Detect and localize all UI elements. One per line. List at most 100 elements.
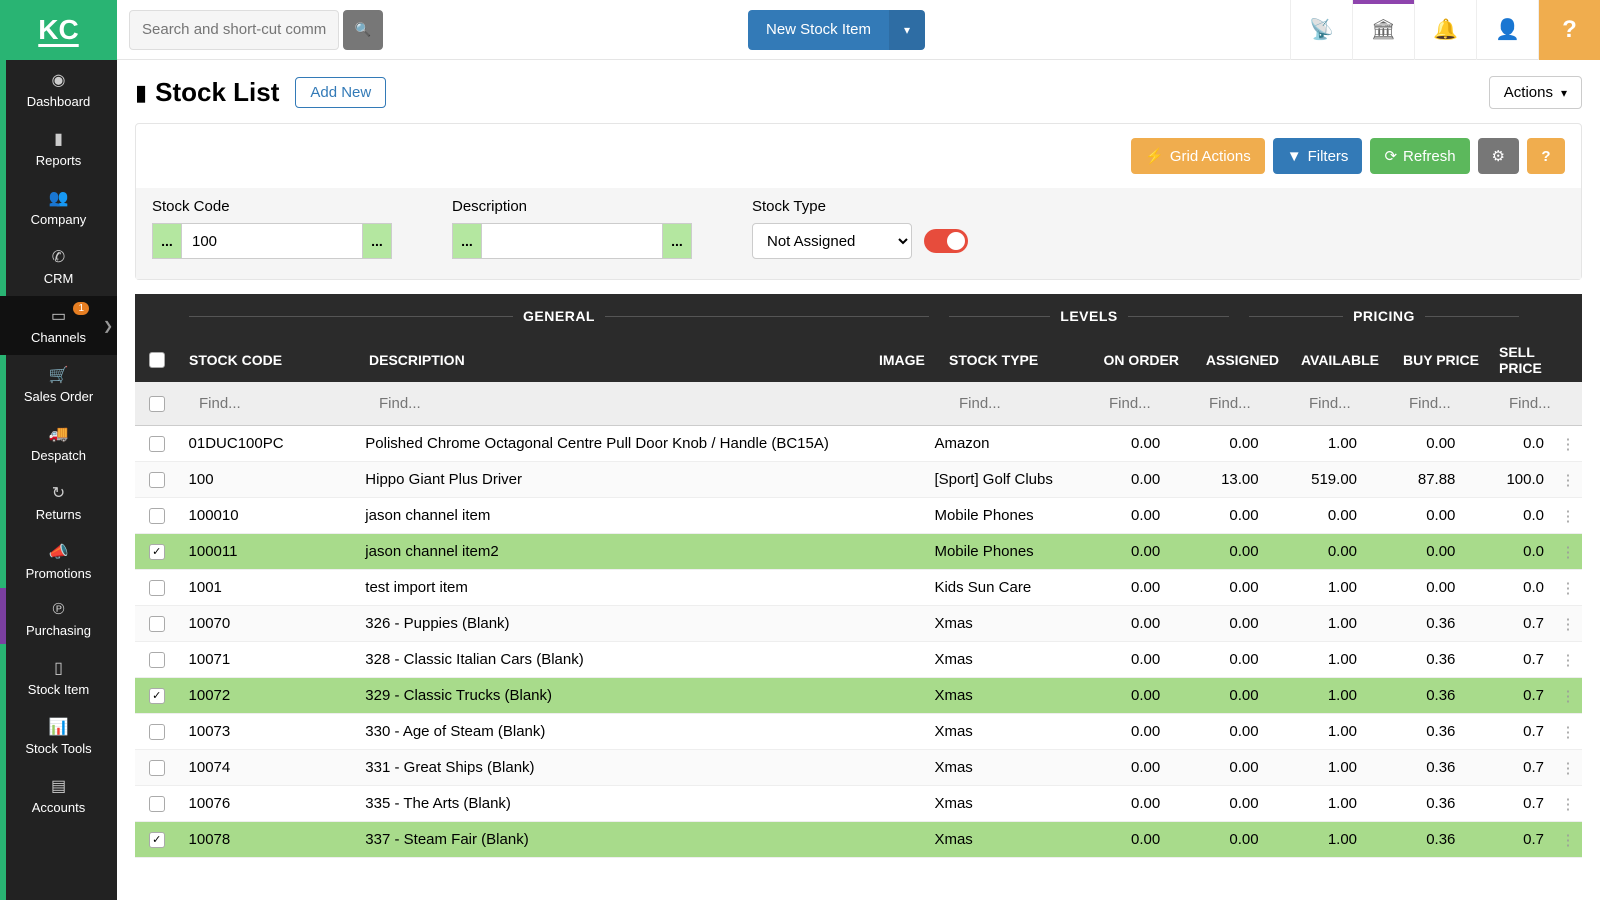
stock-type-select[interactable]: Not Assigned <box>752 223 912 259</box>
table-row[interactable]: 10072329 - Classic Trucks (Blank)Xmas0.0… <box>135 678 1582 714</box>
filters-button[interactable]: ▼Filters <box>1273 138 1363 174</box>
add-new-button[interactable]: Add New <box>295 77 386 108</box>
find-available[interactable] <box>1299 382 1379 425</box>
grid-actions-button[interactable]: ⚡Grid Actions <box>1131 138 1265 174</box>
sidebar-label: Promotions <box>26 566 92 581</box>
table-row[interactable]: 10070326 - Puppies (Blank)Xmas0.000.001.… <box>135 606 1582 642</box>
sidebar-item-crm[interactable]: ✆CRM <box>0 237 117 296</box>
sidebar-item-company[interactable]: 👥Company <box>0 178 117 237</box>
cell-available: 519.00 <box>1269 471 1367 488</box>
row-menu-icon[interactable]: ⋮ <box>1554 543 1582 561</box>
row-checkbox[interactable] <box>149 580 165 596</box>
table-row[interactable]: 10078337 - Steam Fair (Blank)Xmas0.000.0… <box>135 822 1582 858</box>
row-checkbox[interactable] <box>149 688 165 704</box>
row-menu-icon[interactable]: ⋮ <box>1554 507 1582 525</box>
sidebar-item-reports[interactable]: ▮Reports <box>0 119 117 178</box>
row-checkbox[interactable] <box>149 436 165 452</box>
group-levels: LEVELS <box>1060 308 1117 324</box>
row-checkbox[interactable] <box>149 544 165 560</box>
row-menu-icon[interactable]: ⋮ <box>1554 795 1582 813</box>
select-all-checkbox[interactable] <box>149 352 165 368</box>
bell-icon[interactable]: 🔔 <box>1414 0 1476 60</box>
filter-toggle[interactable] <box>924 229 968 253</box>
row-menu-icon[interactable]: ⋮ <box>1554 651 1582 669</box>
find-on-order[interactable] <box>1099 382 1179 425</box>
col-stock-code[interactable]: STOCK CODE <box>179 352 359 368</box>
sidebar-item-purchasing[interactable]: ℗Purchasing <box>0 591 117 648</box>
actions-button[interactable]: Actions <box>1489 76 1582 109</box>
scanner-icon[interactable]: 📡 <box>1290 0 1352 60</box>
table-row[interactable]: 100Hippo Giant Plus Driver[Sport] Golf C… <box>135 462 1582 498</box>
row-checkbox[interactable] <box>149 472 165 488</box>
row-menu-icon[interactable]: ⋮ <box>1554 759 1582 777</box>
row-checkbox[interactable] <box>149 724 165 740</box>
stock-code-prefix-button[interactable]: ... <box>152 223 182 259</box>
search-icon: 🔍 <box>355 22 372 38</box>
table-row[interactable]: 10071328 - Classic Italian Cars (Blank)X… <box>135 642 1582 678</box>
top-help-button[interactable]: ? <box>1538 0 1600 60</box>
user-avatar[interactable]: 👤 <box>1476 0 1538 60</box>
col-assigned[interactable]: ASSIGNED <box>1189 352 1289 368</box>
table-row[interactable]: 10074331 - Great Ships (Blank)Xmas0.000.… <box>135 750 1582 786</box>
search-input[interactable] <box>129 10 339 50</box>
row-checkbox[interactable] <box>149 832 165 848</box>
sidebar-item-returns[interactable]: ↻Returns <box>0 473 117 532</box>
table-row[interactable]: 100011jason channel item2Mobile Phones0.… <box>135 534 1582 570</box>
table-row[interactable]: 100010jason channel itemMobile Phones0.0… <box>135 498 1582 534</box>
sidebar-item-promotions[interactable]: 📣Promotions <box>0 532 117 591</box>
col-description[interactable]: DESCRIPTION <box>359 352 869 368</box>
row-checkbox[interactable] <box>149 508 165 524</box>
new-stock-item-button[interactable]: New Stock Item <box>748 10 889 50</box>
sidebar-item-sales-order[interactable]: 🛒Sales Order <box>0 355 117 414</box>
help-button[interactable]: ? <box>1527 138 1565 174</box>
col-stock-type[interactable]: STOCK TYPE <box>939 352 1089 368</box>
sidebar-item-channels[interactable]: ▭Channels1❯ <box>0 296 117 355</box>
sidebar-icon: 👥 <box>4 188 113 208</box>
row-menu-icon[interactable]: ⋮ <box>1554 579 1582 597</box>
row-checkbox[interactable] <box>149 796 165 812</box>
find-description[interactable] <box>369 382 859 425</box>
find-buy-price[interactable] <box>1399 382 1479 425</box>
description-input[interactable] <box>482 223 662 259</box>
col-on-order[interactable]: ON ORDER <box>1089 352 1189 368</box>
sidebar-item-dashboard[interactable]: ◉Dashboard <box>0 60 117 119</box>
row-menu-icon[interactable]: ⋮ <box>1554 831 1582 849</box>
filter-checkbox[interactable] <box>149 396 165 412</box>
search-button[interactable]: 🔍 <box>343 10 383 50</box>
building-icon[interactable]: 🏛 <box>1352 0 1414 60</box>
col-sell-price[interactable]: SELL PRICE <box>1489 344 1579 376</box>
settings-button[interactable]: ⚙ <box>1478 138 1519 174</box>
col-available[interactable]: AVAILABLE <box>1289 352 1389 368</box>
row-menu-icon[interactable]: ⋮ <box>1554 435 1582 453</box>
table-row[interactable]: 1001test import itemKids Sun Care0.000.0… <box>135 570 1582 606</box>
new-stock-dropdown[interactable] <box>889 10 925 50</box>
sidebar-item-stock-item[interactable]: ▯Stock Item <box>0 648 117 707</box>
description-prefix-button[interactable]: ... <box>452 223 482 259</box>
row-checkbox[interactable] <box>149 760 165 776</box>
row-checkbox[interactable] <box>149 652 165 668</box>
description-suffix-button[interactable]: ... <box>662 223 692 259</box>
sidebar-item-despatch[interactable]: 🚚Despatch <box>0 414 117 473</box>
col-image[interactable]: IMAGE <box>869 352 939 368</box>
row-menu-icon[interactable]: ⋮ <box>1554 723 1582 741</box>
sidebar-item-stock-tools[interactable]: 📊Stock Tools <box>0 707 117 766</box>
col-buy-price[interactable]: BUY PRICE <box>1389 352 1489 368</box>
find-sell-price[interactable] <box>1499 382 1569 425</box>
row-menu-icon[interactable]: ⋮ <box>1554 471 1582 489</box>
stock-code-suffix-button[interactable]: ... <box>362 223 392 259</box>
table-row[interactable]: 10073330 - Age of Steam (Blank)Xmas0.000… <box>135 714 1582 750</box>
sidebar-item-accounts[interactable]: ▤Accounts <box>0 766 117 825</box>
find-stock-type[interactable] <box>949 382 1079 425</box>
stock-code-input[interactable] <box>182 223 362 259</box>
table-row[interactable]: 10076335 - The Arts (Blank)Xmas0.000.001… <box>135 786 1582 822</box>
find-stock-code[interactable] <box>189 382 349 425</box>
cell-description: jason channel item <box>355 507 855 524</box>
refresh-button[interactable]: ⟳Refresh <box>1370 138 1469 174</box>
table-row[interactable]: 01DUC100PCPolished Chrome Octagonal Cent… <box>135 426 1582 462</box>
row-menu-icon[interactable]: ⋮ <box>1554 687 1582 705</box>
row-checkbox[interactable] <box>149 616 165 632</box>
cell-on-order: 0.00 <box>1072 471 1170 488</box>
row-menu-icon[interactable]: ⋮ <box>1554 615 1582 633</box>
find-assigned[interactable] <box>1199 382 1279 425</box>
logo[interactable]: KC <box>0 0 117 60</box>
